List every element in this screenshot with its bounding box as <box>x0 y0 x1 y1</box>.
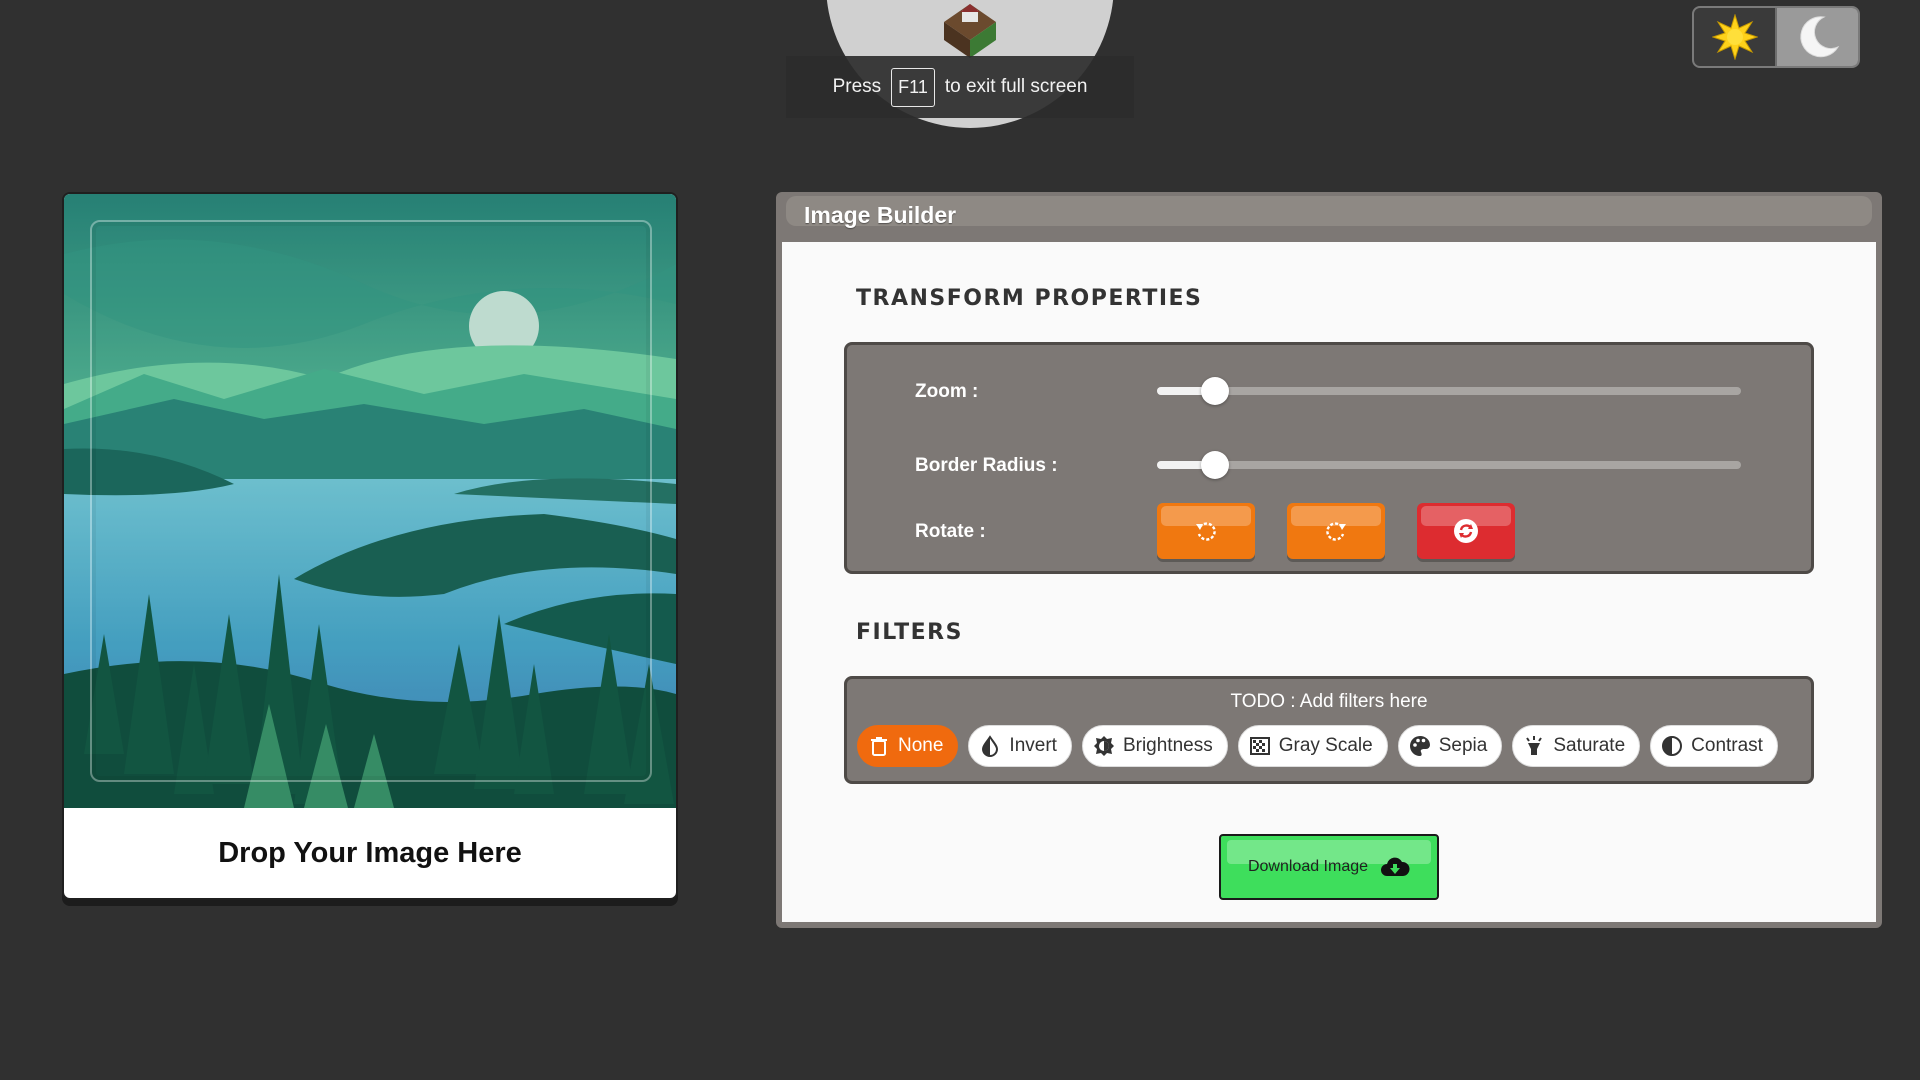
transform-properties-title: TRANSFORM PROPERTIES <box>856 286 1203 311</box>
image-drop-card[interactable]: Drop Your Image Here <box>62 192 678 900</box>
filter-chip-list: None Invert Brightness Gray Scale Sepia <box>857 725 1778 767</box>
image-border-frame <box>90 220 652 782</box>
filter-grayscale-label: Gray Scale <box>1278 735 1373 756</box>
filters-title: FILTERS <box>856 620 963 645</box>
invert-icon <box>982 735 999 757</box>
brightness-icon <box>1093 736 1114 756</box>
filter-contrast-button[interactable]: Contrast <box>1650 725 1778 767</box>
border-radius-slider-thumb[interactable] <box>1201 451 1230 479</box>
light-theme-button[interactable] <box>1694 8 1775 66</box>
sun-icon <box>1711 14 1758 60</box>
trash-icon <box>871 737 887 756</box>
image-builder-panel: Image Builder TRANSFORM PROPERTIES Zoom … <box>776 192 1882 928</box>
filter-none-label: None <box>898 735 944 756</box>
rotate-label: Rotate : <box>915 521 986 542</box>
rotate-right-button[interactable] <box>1287 503 1385 559</box>
filter-invert-button[interactable]: Invert <box>968 725 1072 767</box>
filter-sepia-button[interactable]: Sepia <box>1397 725 1503 767</box>
zoom-slider-thumb[interactable] <box>1201 377 1230 405</box>
builder-body: TRANSFORM PROPERTIES Zoom : Border Radiu… <box>782 242 1876 922</box>
rotate-right-icon <box>1326 522 1346 541</box>
border-radius-slider[interactable] <box>1157 451 1741 479</box>
border-radius-label: Border Radius : <box>915 455 1058 476</box>
builder-title: Image Builder <box>804 202 957 228</box>
filter-grayscale-button[interactable]: Gray Scale <box>1237 725 1388 767</box>
logo-icon <box>944 4 996 58</box>
fullscreen-press-text: Press <box>832 76 882 97</box>
download-image-label: Download Image <box>1247 858 1369 875</box>
filter-none-button[interactable]: None <box>857 725 959 767</box>
theme-toggle <box>1692 6 1860 68</box>
filters-box: TODO : Add filters here None Invert Brig… <box>844 676 1814 784</box>
cloud-download-icon <box>1381 857 1410 876</box>
preview-image <box>64 194 676 808</box>
palette-icon <box>1409 736 1430 756</box>
reset-icon <box>1454 519 1478 543</box>
reset-rotation-button[interactable] <box>1417 503 1515 559</box>
filter-invert-label: Invert <box>1009 735 1057 756</box>
zoom-label: Zoom : <box>915 381 979 402</box>
fullscreen-suffix-text: to exit full screen <box>944 76 1088 97</box>
filter-sepia-label: Sepia <box>1438 735 1488 756</box>
zoom-slider[interactable] <box>1157 377 1741 405</box>
fullscreen-key: F11 <box>891 67 935 107</box>
transform-properties-box: Zoom : Border Radius : Rotate : <box>844 342 1814 574</box>
filter-brightness-label: Brightness <box>1122 735 1213 756</box>
moon-icon <box>1799 16 1839 58</box>
filter-contrast-label: Contrast <box>1691 735 1763 756</box>
download-image-button[interactable]: Download Image <box>1219 834 1439 900</box>
fullscreen-notice: Press F11 to exit full screen <box>786 56 1134 118</box>
rotate-left-button[interactable] <box>1157 503 1255 559</box>
filter-brightness-button[interactable]: Brightness <box>1081 725 1228 767</box>
contrast-icon <box>1662 736 1683 756</box>
rotate-left-icon <box>1196 522 1216 541</box>
filters-todo-note: TODO : Add filters here <box>1230 691 1428 712</box>
grayscale-icon <box>1249 737 1270 755</box>
saturate-icon <box>1526 736 1543 755</box>
filter-saturate-button[interactable]: Saturate <box>1512 725 1641 767</box>
dark-theme-button[interactable] <box>1775 8 1858 66</box>
drop-image-label: Drop Your Image Here <box>218 836 522 869</box>
filter-saturate-label: Saturate <box>1553 735 1626 756</box>
